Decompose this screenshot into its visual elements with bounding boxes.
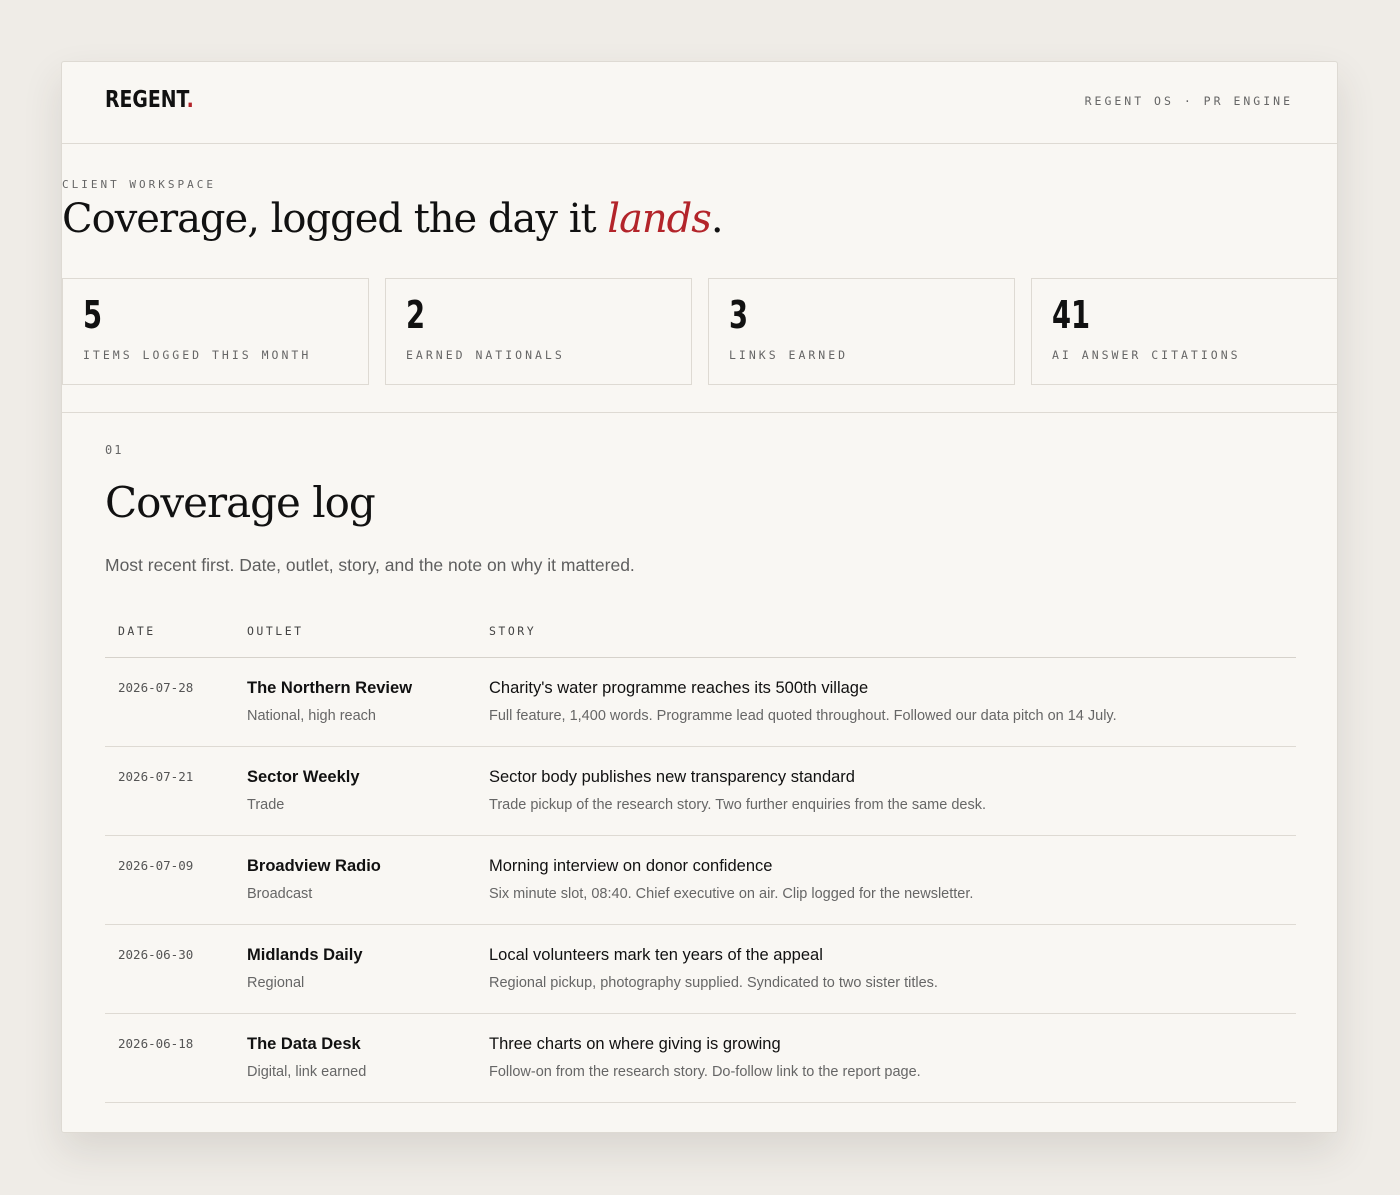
row-outlet: Midlands Daily <box>247 946 363 964</box>
row-date: 2026-07-28 <box>118 680 194 695</box>
top-bar: REGENT. REGENT OS · PR ENGINE <box>62 62 1337 144</box>
stat-links-earned: 3 LINKS EARNED <box>708 278 1015 385</box>
stat-label: EARNED NATIONALS <box>406 348 565 362</box>
row-story: Three charts on where giving is growing <box>489 1035 781 1053</box>
section-number: 01 <box>105 443 124 457</box>
headline-emphasis: lands <box>607 196 712 242</box>
row-outlet: Sector Weekly <box>247 768 360 786</box>
logo-text: REGENT <box>105 87 187 113</box>
stats-row: 5 ITEMS LOGGED THIS MONTH 2 EARNED NATIO… <box>62 278 1339 386</box>
stat-value: 3 <box>729 293 749 337</box>
stat-label: LINKS EARNED <box>729 348 849 362</box>
row-note: Trade pickup of the research story. Two … <box>489 797 986 813</box>
row-date: 2026-07-21 <box>118 769 194 784</box>
section-description: Most recent first. Date, outlet, story, … <box>105 555 635 575</box>
table-row[interactable]: 2026-07-21 Sector Weekly Trade Sector bo… <box>105 747 1296 836</box>
row-date: 2026-06-30 <box>118 947 194 962</box>
stat-label: ITEMS LOGGED THIS MONTH <box>83 348 312 362</box>
table-row[interactable]: 2026-07-09 Broadview Radio Broadcast Mor… <box>105 836 1296 925</box>
row-outlet: Broadview Radio <box>247 857 381 875</box>
column-header-outlet[interactable]: OUTLET <box>247 624 304 638</box>
row-outlet: The Data Desk <box>247 1035 361 1053</box>
workspace-card: REGENT. REGENT OS · PR ENGINE CLIENT WOR… <box>61 61 1338 1133</box>
table-row[interactable]: 2026-06-30 Midlands Daily Regional Local… <box>105 925 1296 1014</box>
table-header: DATE OUTLET STORY <box>105 607 1296 658</box>
row-date: 2026-06-18 <box>118 1036 194 1051</box>
section-divider <box>62 412 1337 413</box>
row-note: Six minute slot, 08:40. Chief executive … <box>489 886 974 902</box>
eyebrow-label: CLIENT WORKSPACE <box>62 178 216 191</box>
coverage-table: DATE OUTLET STORY 2026-07-28 The Norther… <box>105 607 1296 1103</box>
stat-value: 2 <box>406 293 426 337</box>
row-outlet-type: National, high reach <box>247 708 376 724</box>
regent-logo[interactable]: REGENT. <box>105 87 194 113</box>
logo-dot: . <box>186 87 194 113</box>
row-outlet-type: Trade <box>247 797 285 813</box>
row-story: Sector body publishes new transparency s… <box>489 768 855 786</box>
section-title: Coverage log <box>105 478 376 527</box>
stat-earned-nationals: 2 EARNED NATIONALS <box>385 278 692 385</box>
table-row[interactable]: 2026-07-28 The Northern Review National,… <box>105 658 1296 747</box>
table-row[interactable]: 2026-06-18 The Data Desk Digital, link e… <box>105 1014 1296 1103</box>
row-story: Morning interview on donor confidence <box>489 857 773 875</box>
row-outlet-type: Broadcast <box>247 886 313 902</box>
row-note: Regional pickup, photography supplied. S… <box>489 975 938 991</box>
stat-items-logged: 5 ITEMS LOGGED THIS MONTH <box>62 278 369 385</box>
row-outlet-type: Regional <box>247 975 305 991</box>
stat-value: 41 <box>1052 293 1091 337</box>
column-header-story[interactable]: STORY <box>489 624 536 638</box>
row-note: Follow-on from the research story. Do-fo… <box>489 1064 921 1080</box>
row-note: Full feature, 1,400 words. Programme lea… <box>489 708 1117 724</box>
stat-value: 5 <box>83 293 103 337</box>
row-date: 2026-07-09 <box>118 858 194 873</box>
page-title: Coverage, logged the day it lands. <box>62 196 724 242</box>
column-header-date[interactable]: DATE <box>118 624 156 638</box>
headline-prefix: Coverage, logged the day it <box>62 196 608 242</box>
row-outlet: The Northern Review <box>247 679 413 697</box>
row-story: Charity's water programme reaches its 50… <box>489 679 869 697</box>
product-label: REGENT OS · PR ENGINE <box>1084 94 1293 108</box>
row-outlet-type: Digital, link earned <box>247 1064 367 1080</box>
stat-label: AI ANSWER CITATIONS <box>1052 348 1241 362</box>
stat-ai-citations: 41 AI ANSWER CITATIONS <box>1031 278 1338 385</box>
headline-suffix: . <box>710 196 724 242</box>
row-story: Local volunteers mark ten years of the a… <box>489 946 823 964</box>
